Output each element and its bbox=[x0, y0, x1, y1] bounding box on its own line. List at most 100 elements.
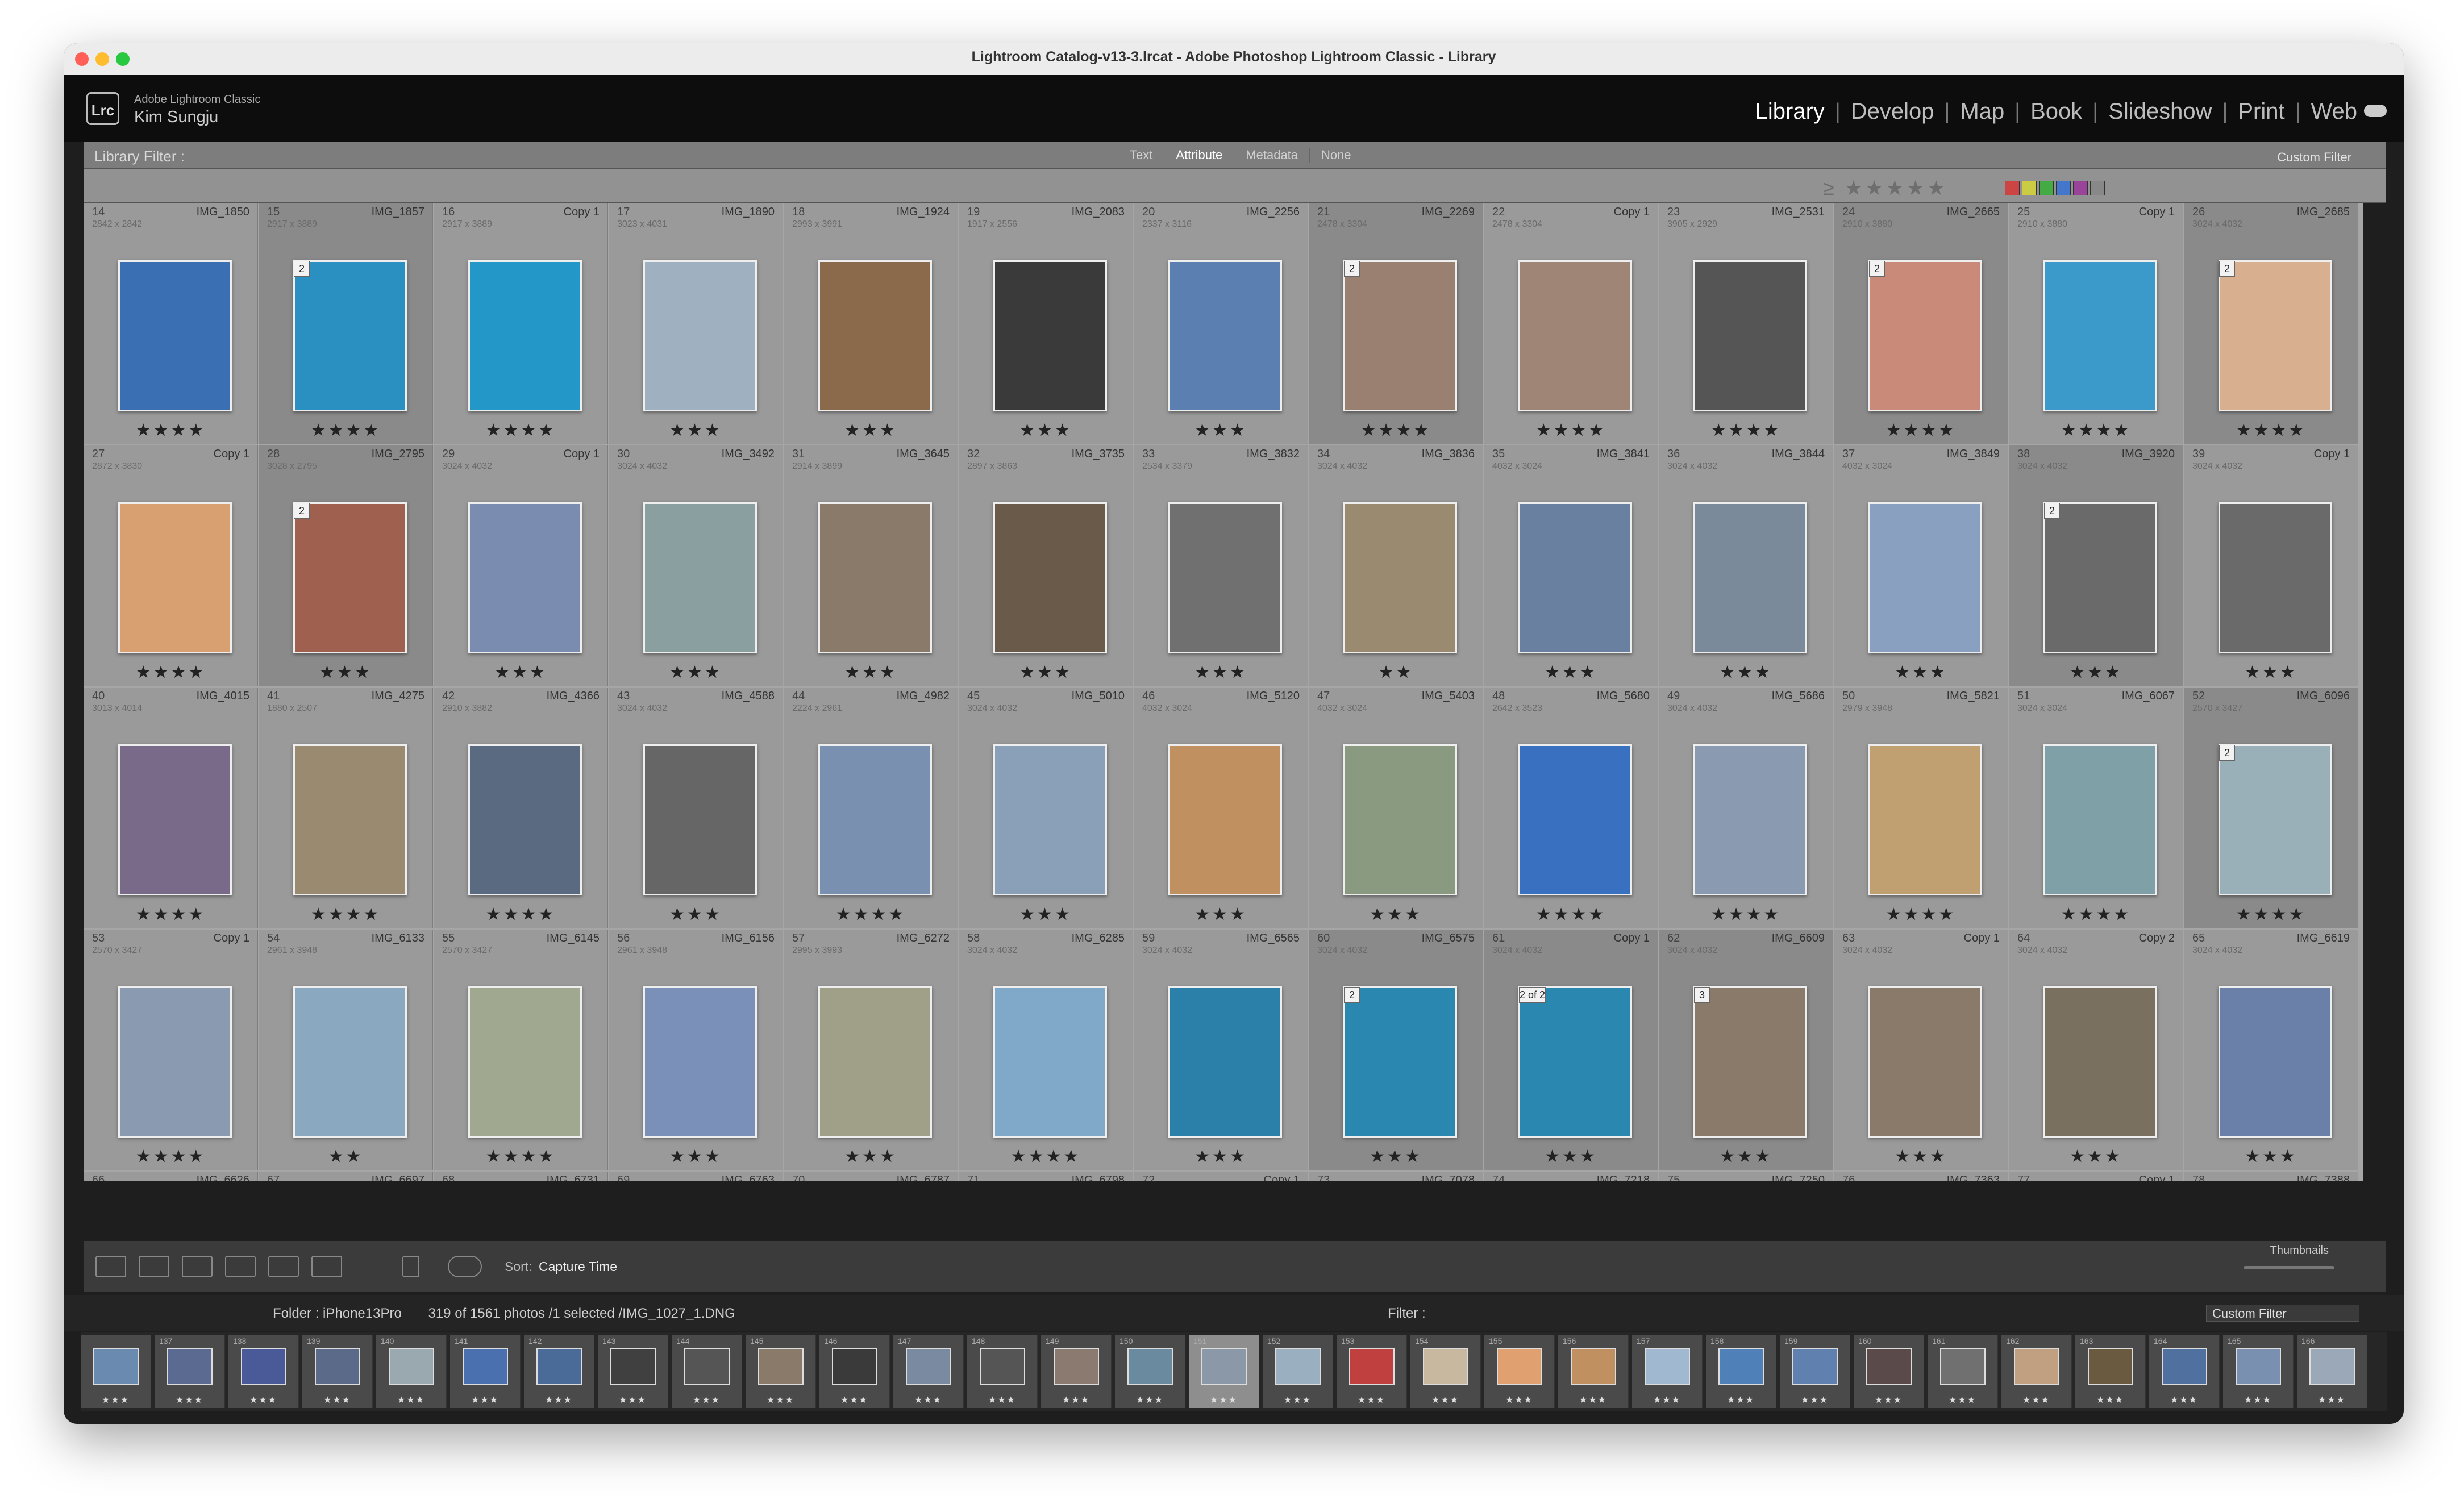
grid-cell[interactable]: 57 IMG_6272 2995 x 3993 ★★★ bbox=[784, 930, 958, 1170]
grid-cell[interactable]: 14 IMG_1850 2842 x 2842 ★★★★ bbox=[84, 203, 258, 444]
filmstrip-cell[interactable]: 143 ★★★ bbox=[598, 1335, 668, 1408]
grid-cell[interactable]: 64 Copy 2 3024 x 4032 ★★★ bbox=[2009, 930, 2183, 1170]
filmstrip-cell[interactable]: 137 ★★★ bbox=[155, 1335, 225, 1408]
filter-tab-attribute[interactable]: Attribute bbox=[1164, 148, 1235, 163]
source-indicator[interactable]: Folder : iPhone13Pro 319 of 1561 photos … bbox=[273, 1306, 735, 1322]
grid-cell[interactable]: 19 IMG_2083 1917 x 2556 ★★★ bbox=[959, 203, 1133, 444]
photo-thumbnail[interactable] bbox=[1518, 744, 1632, 895]
photo-thumbnail[interactable]: 2 bbox=[2219, 744, 2332, 895]
filter-tab-text[interactable]: Text bbox=[1118, 148, 1165, 163]
photo-thumbnail[interactable] bbox=[643, 260, 757, 411]
star-rating[interactable]: ★★★ bbox=[609, 1147, 783, 1167]
photo-thumbnail[interactable] bbox=[293, 986, 407, 1138]
photo-thumbnail[interactable] bbox=[118, 502, 232, 653]
photo-thumbnail[interactable] bbox=[2219, 986, 2332, 1138]
filmstrip-thumbnail[interactable] bbox=[832, 1348, 877, 1385]
filmstrip-thumbnail[interactable] bbox=[906, 1348, 951, 1385]
photo-thumbnail[interactable] bbox=[2043, 986, 2157, 1138]
filmstrip-thumbnail[interactable] bbox=[1866, 1348, 1912, 1385]
grid-cell[interactable]: 69 IMG_6763 bbox=[609, 1172, 783, 1181]
filmstrip-thumbnail[interactable] bbox=[2088, 1348, 2133, 1385]
module-library[interactable]: Library bbox=[1755, 99, 1825, 124]
grid-cell[interactable]: 32 IMG_3735 2897 x 3863 ★★★ bbox=[959, 445, 1133, 686]
filmstrip-cell[interactable]: 145 ★★★ bbox=[746, 1335, 816, 1408]
star-rating[interactable]: ★★★★ bbox=[259, 420, 432, 440]
sort-direction-icon[interactable] bbox=[448, 1256, 482, 1277]
star-rating[interactable]: ★★★ bbox=[1834, 1147, 2008, 1167]
filmstrip-thumbnail[interactable] bbox=[536, 1348, 582, 1385]
filmstrip-thumbnail[interactable] bbox=[2309, 1348, 2355, 1385]
filmstrip-thumbnail[interactable] bbox=[980, 1348, 1025, 1385]
stack-count-badge[interactable]: 2 bbox=[2044, 503, 2060, 519]
grid-cell[interactable]: 39 Copy 1 3024 x 4032 ★★★ bbox=[2184, 445, 2358, 686]
loupe-view-icon[interactable] bbox=[139, 1256, 169, 1277]
photo-thumbnail[interactable] bbox=[293, 744, 407, 895]
grid-cell[interactable]: 56 IMG_6156 2961 x 3948 ★★★ bbox=[609, 930, 783, 1170]
star-rating[interactable]: ★★★ bbox=[959, 905, 1133, 924]
photo-thumbnail[interactable]: 2 bbox=[1343, 260, 1457, 411]
star-rating[interactable]: ★★★ bbox=[1309, 905, 1483, 924]
filmstrip-thumbnail[interactable] bbox=[1718, 1348, 1764, 1385]
grid-cell[interactable]: 74 IMG_7218 bbox=[1484, 1172, 1658, 1181]
star-rating[interactable]: ★★★ bbox=[609, 663, 783, 682]
grid-cell[interactable]: 36 IMG_3844 3024 x 4032 ★★★ bbox=[1659, 445, 1833, 686]
photo-thumbnail[interactable]: 2 bbox=[293, 260, 407, 411]
grid-cell[interactable]: 75 IMG_7250 bbox=[1659, 1172, 1833, 1181]
photo-thumbnail[interactable] bbox=[993, 986, 1107, 1138]
sort-dropdown[interactable]: Capture Time bbox=[539, 1259, 617, 1274]
photo-thumbnail[interactable] bbox=[1168, 744, 1282, 895]
filmstrip-cell[interactable]: 164 ★★★ bbox=[2149, 1335, 2220, 1408]
photo-thumbnail[interactable] bbox=[1168, 986, 1282, 1138]
filmstrip-cell[interactable]: 142 ★★★ bbox=[524, 1335, 594, 1408]
filmstrip-thumbnail[interactable] bbox=[1127, 1348, 1173, 1385]
filmstrip-thumbnail[interactable] bbox=[315, 1348, 360, 1385]
filmstrip-cell[interactable]: 156 ★★★ bbox=[1558, 1335, 1629, 1408]
grid-cell[interactable]: 42 IMG_4366 2910 x 3882 ★★★★ bbox=[434, 688, 608, 928]
filmstrip-cell[interactable]: 147 ★★★ bbox=[893, 1335, 964, 1408]
photo-thumbnail[interactable] bbox=[1693, 502, 1807, 653]
rating-filter-stars[interactable]: ≥ ★★★★★ bbox=[1823, 176, 1947, 200]
module-develop[interactable]: Develop bbox=[1851, 99, 1934, 124]
grid-cell[interactable]: 78 IMG_7388 bbox=[2184, 1172, 2358, 1181]
grid-cell[interactable]: 63 Copy 1 3024 x 4032 ★★★ bbox=[1834, 930, 2008, 1170]
filmstrip-thumbnail[interactable] bbox=[241, 1348, 286, 1385]
filmstrip-cell[interactable]: 163 ★★★ bbox=[2075, 1335, 2146, 1408]
star-rating[interactable]: ★★★★ bbox=[1309, 420, 1483, 440]
grid-cell[interactable]: 55 IMG_6145 2570 x 3427 ★★★★ bbox=[434, 930, 608, 1170]
grid-cell[interactable]: 48 IMG_5680 2642 x 3523 ★★★★ bbox=[1484, 688, 1658, 928]
grid-cell[interactable]: 27 Copy 1 2872 x 3830 ★★★★ bbox=[84, 445, 258, 686]
grid-cell[interactable]: 52 IMG_6096 2570 x 3427 2 ★★★★ bbox=[2184, 688, 2358, 928]
thumbnail-size-slider[interactable] bbox=[2244, 1266, 2334, 1269]
star-rating[interactable]: ★★★★ bbox=[1484, 905, 1658, 924]
photo-thumbnail[interactable]: 3 bbox=[1693, 986, 1807, 1138]
filmstrip-cell[interactable]: 152 ★★★ bbox=[1263, 1335, 1333, 1408]
grid-cell[interactable]: 72 Copy 1 bbox=[1134, 1172, 1308, 1181]
photo-thumbnail[interactable] bbox=[1518, 260, 1632, 411]
grid-cell[interactable]: 15 IMG_1857 2917 x 3889 2 ★★★★ bbox=[259, 203, 433, 444]
grid-cell[interactable]: 65 IMG_6619 3024 x 4032 ★★★ bbox=[2184, 930, 2358, 1170]
grid-cell[interactable]: 38 IMG_3920 3024 x 4032 2 ★★★ bbox=[2009, 445, 2183, 686]
star-rating[interactable]: ★★★ bbox=[784, 420, 958, 440]
photo-thumbnail[interactable] bbox=[1693, 744, 1807, 895]
star-rating[interactable]: ★★★★ bbox=[2009, 420, 2183, 440]
module-book[interactable]: Book bbox=[2030, 99, 2082, 124]
stack-count-badge[interactable]: 2 bbox=[2219, 745, 2235, 761]
star-rating[interactable]: ★★★★ bbox=[1659, 905, 1833, 924]
grid-cell[interactable]: 25 Copy 1 2910 x 3880 ★★★★ bbox=[2009, 203, 2183, 444]
compare-view-icon[interactable] bbox=[182, 1256, 213, 1277]
grid-cell[interactable]: 70 IMG_6787 bbox=[784, 1172, 958, 1181]
color-label-swatch[interactable] bbox=[2090, 181, 2105, 195]
grid-cell[interactable]: 47 IMG_5403 4032 x 3024 ★★★ bbox=[1309, 688, 1483, 928]
filmstrip-cell[interactable]: 149 ★★★ bbox=[1041, 1335, 1112, 1408]
filmstrip-thumbnail[interactable] bbox=[684, 1348, 730, 1385]
photo-thumbnail[interactable] bbox=[818, 260, 932, 411]
star-rating[interactable]: ★★★ bbox=[1309, 1147, 1483, 1167]
star-rating[interactable]: ★★★ bbox=[2184, 663, 2358, 682]
star-rating[interactable]: ★★★ bbox=[1484, 1147, 1658, 1167]
filmstrip-thumbnail[interactable] bbox=[1497, 1348, 1542, 1385]
star-rating[interactable]: ★★★★ bbox=[2184, 420, 2358, 440]
grid-cell[interactable]: 58 IMG_6285 3024 x 4032 ★★★★ bbox=[959, 930, 1133, 1170]
grid-cell[interactable]: 21 IMG_2269 2478 x 3304 2 ★★★★ bbox=[1309, 203, 1483, 444]
star-rating[interactable]: ★★★ bbox=[2009, 1147, 2183, 1167]
grid-cell[interactable]: 37 IMG_3849 4032 x 3024 ★★★ bbox=[1834, 445, 2008, 686]
